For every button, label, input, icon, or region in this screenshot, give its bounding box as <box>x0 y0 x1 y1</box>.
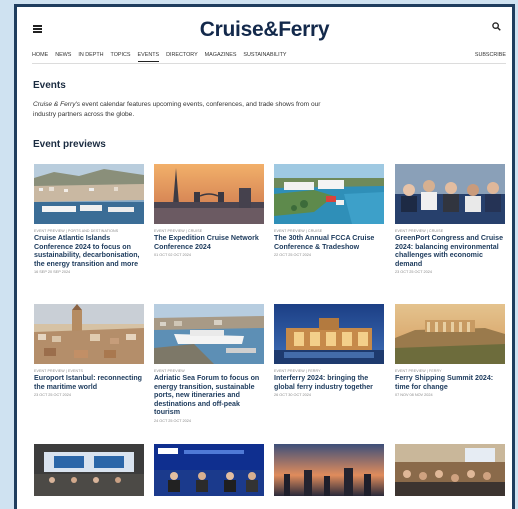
event-title[interactable]: Adriatic Sea Forum to focus on energy tr… <box>154 374 264 417</box>
event-title[interactable]: The 30th Annual FCCA Cruise Conference &… <box>274 234 384 251</box>
event-card[interactable] <box>274 444 384 496</box>
event-category: EVENT PREVIEW | CRUISE <box>154 229 203 233</box>
event-card[interactable]: EVENT PREVIEW | CRUISE The Expedition Cr… <box>154 164 264 257</box>
event-date: 22 OCT 25 OCT 2024 <box>274 253 312 258</box>
event-thumbnail[interactable] <box>274 164 384 224</box>
event-card[interactable]: EVENT PREVIEW | CRUISE GreenPort Congres… <box>395 164 505 274</box>
search-icon[interactable] <box>492 22 501 31</box>
event-thumbnail[interactable] <box>395 304 505 364</box>
site-logo[interactable]: Cruise&Ferry <box>17 18 512 42</box>
event-category: EVENT PREVIEW | FERRY <box>395 369 442 373</box>
nav-item-events[interactable]: EVENTS <box>137 49 160 62</box>
event-thumbnail[interactable] <box>34 444 144 496</box>
event-title[interactable]: Interferry 2024: bringing the global fer… <box>274 374 384 391</box>
event-thumbnail[interactable] <box>154 304 264 364</box>
event-card[interactable]: EVENT PREVIEW Adriatic Sea Forum to focu… <box>154 304 264 423</box>
event-card[interactable]: EVENT PREVIEW | FERRY Interferry 2024: b… <box>274 304 384 397</box>
event-card[interactable]: EVENT PREVIEW | PORTS AND DESTINATIONS C… <box>34 164 144 274</box>
nav-item-news[interactable]: NEWS <box>55 49 71 62</box>
event-date: 26 OCT 30 OCT 2024 <box>274 393 312 398</box>
subscribe-link[interactable]: SUBSCRIBE <box>475 49 506 61</box>
page-frame: Cruise&Ferry HOME NEWS IN DEPTH TOPICS EVENT… <box>14 4 515 509</box>
event-category: EVENT PREVIEW | FERRY <box>274 369 321 373</box>
event-category: EVENT PREVIEW | EVENTS <box>34 369 83 373</box>
events-heading: Events <box>33 80 66 91</box>
event-card[interactable] <box>395 444 505 496</box>
event-date: 16 SEP 20 SEP 2024 <box>34 270 71 275</box>
nav-item-home[interactable]: HOME <box>32 49 48 62</box>
event-title[interactable]: Ferry Shipping Summit 2024: time for cha… <box>395 374 505 391</box>
event-title[interactable]: GreenPort Congress and Cruise 2024: bala… <box>395 234 505 268</box>
event-thumbnail[interactable] <box>395 164 505 224</box>
event-category: EVENT PREVIEW | PORTS AND DESTINATIONS <box>34 229 119 233</box>
event-thumbnail[interactable] <box>154 164 264 224</box>
event-thumbnail[interactable] <box>34 304 144 364</box>
nav-item-magazines[interactable]: MAGAZINES <box>205 49 237 62</box>
event-card[interactable]: EVENT PREVIEW | FERRY Ferry Shipping Sum… <box>395 304 505 397</box>
events-intro: Cruise & Ferry's event calendar features… <box>33 101 321 118</box>
event-thumbnail[interactable] <box>274 304 384 364</box>
event-category: EVENT PREVIEW | CRUISE <box>274 229 323 233</box>
main-nav: HOME NEWS IN DEPTH TOPICS EVENTS DIRECTORY MAG… <box>32 49 506 64</box>
event-date: 07 NOV 08 NOV 2024 <box>395 393 433 398</box>
nav-item-topics[interactable]: TOPICS <box>111 49 131 62</box>
event-category: EVENT PREVIEW | CRUISE <box>395 229 444 233</box>
nav-item-in-depth[interactable]: IN DEPTH <box>78 49 103 62</box>
event-thumbnail[interactable] <box>395 444 505 496</box>
site-header: Cruise&Ferry <box>17 7 512 49</box>
event-card[interactable] <box>154 444 264 496</box>
event-title[interactable]: The Expedition Cruise Network Conference… <box>154 234 264 251</box>
event-card[interactable] <box>34 444 144 496</box>
event-card[interactable]: EVENT PREVIEW | EVENTS Europort Istanbul… <box>34 304 144 397</box>
event-date: 23 OCT 25 OCT 2024 <box>34 393 72 398</box>
event-date: 23 OCT 25 OCT 2024 <box>395 270 433 275</box>
nav-item-directory[interactable]: DIRECTORY <box>166 49 198 62</box>
event-thumbnail[interactable] <box>274 444 384 496</box>
event-date: 01 OCT 02 OCT 2024 <box>154 253 192 258</box>
event-date: 24 OCT 25 OCT 2024 <box>154 418 192 423</box>
event-title[interactable]: Europort Istanbul: reconnecting the mari… <box>34 374 144 391</box>
event-thumbnail[interactable] <box>34 164 144 224</box>
event-thumbnail[interactable] <box>154 444 264 496</box>
event-title[interactable]: Cruise Atlantic Islands Conference 2024 … <box>34 234 144 268</box>
event-card[interactable]: EVENT PREVIEW | CRUISE The 30th Annual F… <box>274 164 384 257</box>
event-previews-heading: Event previews <box>33 139 106 150</box>
event-category: EVENT PREVIEW <box>154 369 185 373</box>
nav-item-sustainability[interactable]: SUSTAINABILITY <box>243 49 286 62</box>
